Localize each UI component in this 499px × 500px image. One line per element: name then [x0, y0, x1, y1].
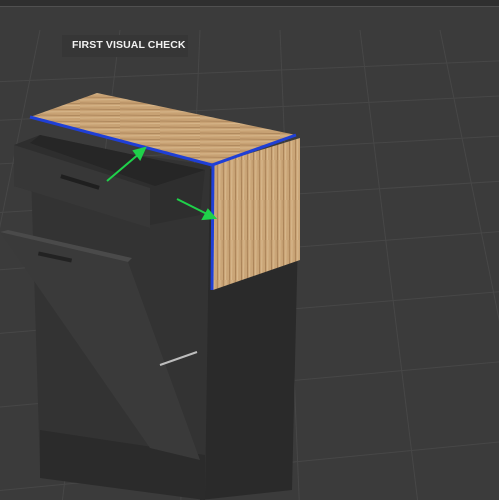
cabinet-model[interactable] [0, 93, 300, 500]
viewport-label: FIRST VISUAL CHECK [72, 39, 186, 51]
highlight-edge-vertical [210, 164, 215, 291]
3d-viewport[interactable] [0, 0, 499, 500]
